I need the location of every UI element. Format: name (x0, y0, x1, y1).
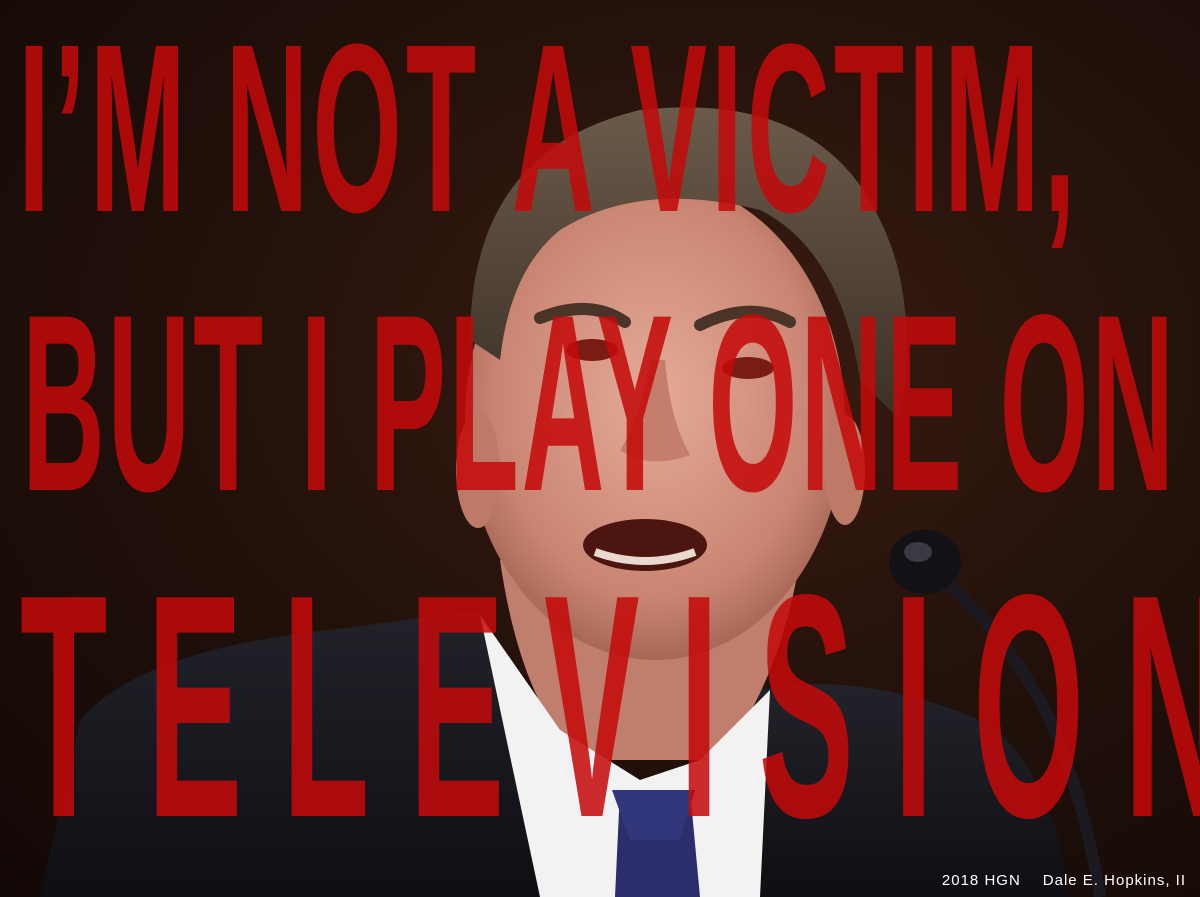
headline-line-2: BUT I PLAY ONE ON (22, 263, 1177, 544)
headline-line-1: I’M NOT A VICTIM, (18, 0, 1080, 262)
poster: I’M NOT A VICTIM, BUT I PLAY ONE ON TELE… (0, 0, 1200, 897)
credit-line: 2018 HGN Dale E. Hopkins, II (942, 872, 1186, 889)
credit-year-org: 2018 HGN (941, 872, 1021, 889)
headline-line-3: TELEVISION (20, 548, 1200, 866)
credit-author: Dale E. Hopkins, II (1042, 872, 1186, 889)
